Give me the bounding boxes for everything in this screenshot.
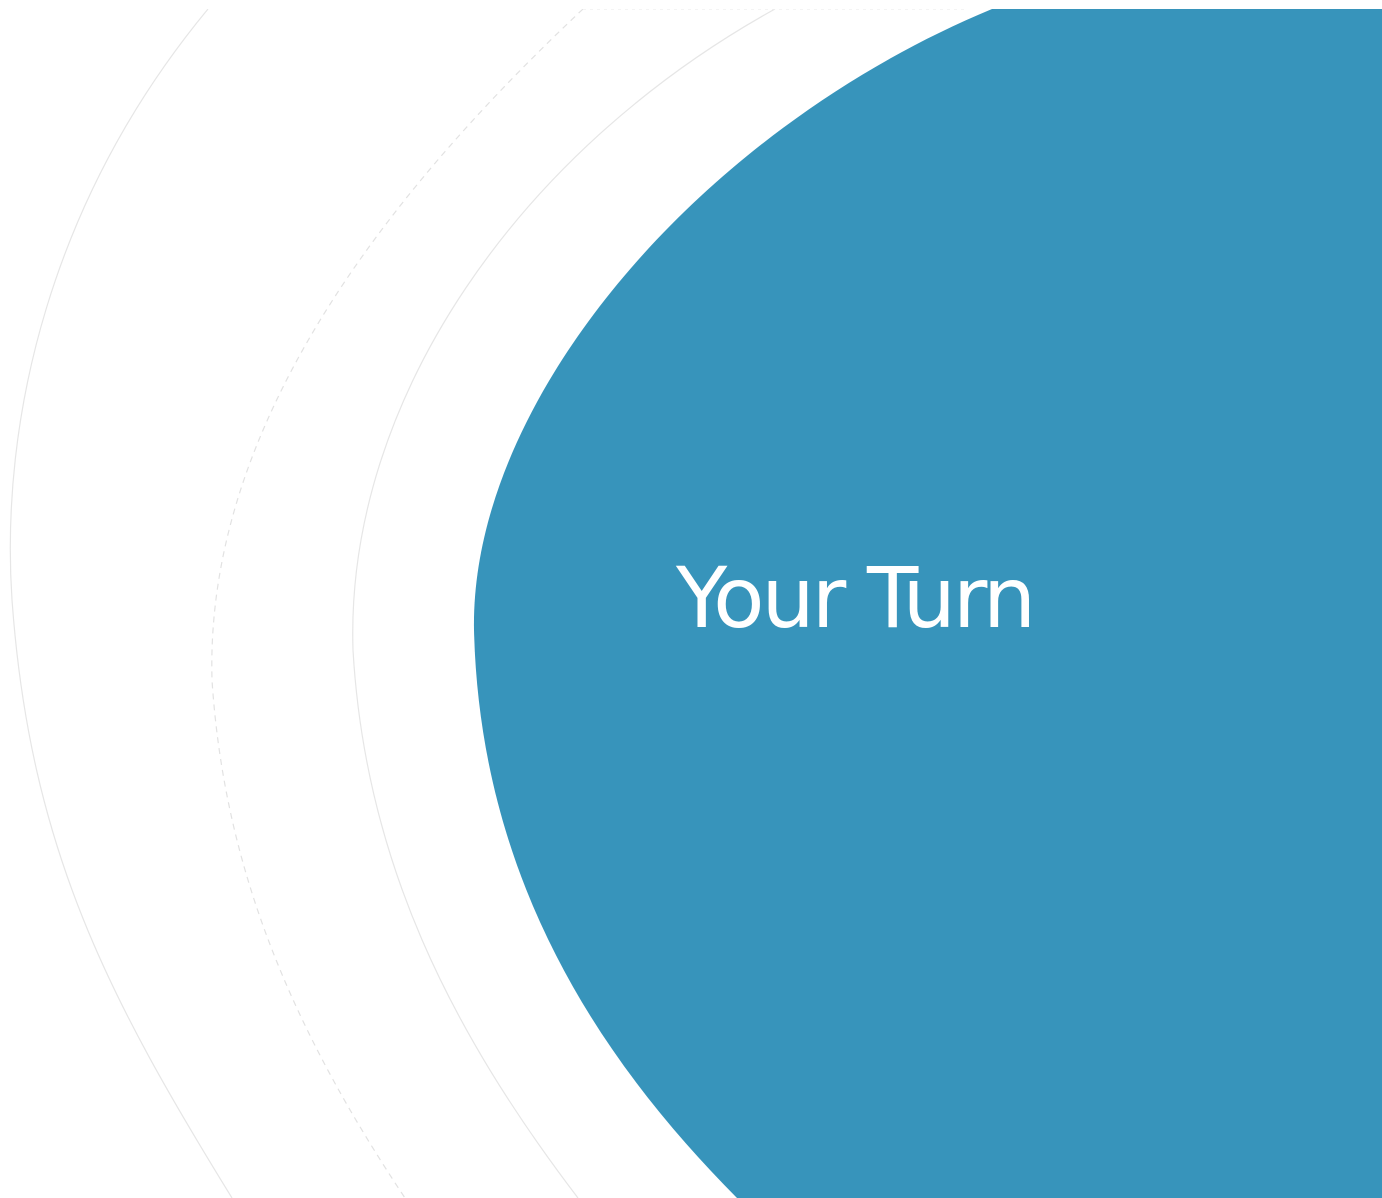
- outer-arc-line: [9, 8, 233, 1198]
- top-edge-strip: [0, 0, 1382, 9]
- slide-title: Your Turn: [676, 549, 1036, 647]
- slide-canvas: Your Turn: [0, 0, 1382, 1198]
